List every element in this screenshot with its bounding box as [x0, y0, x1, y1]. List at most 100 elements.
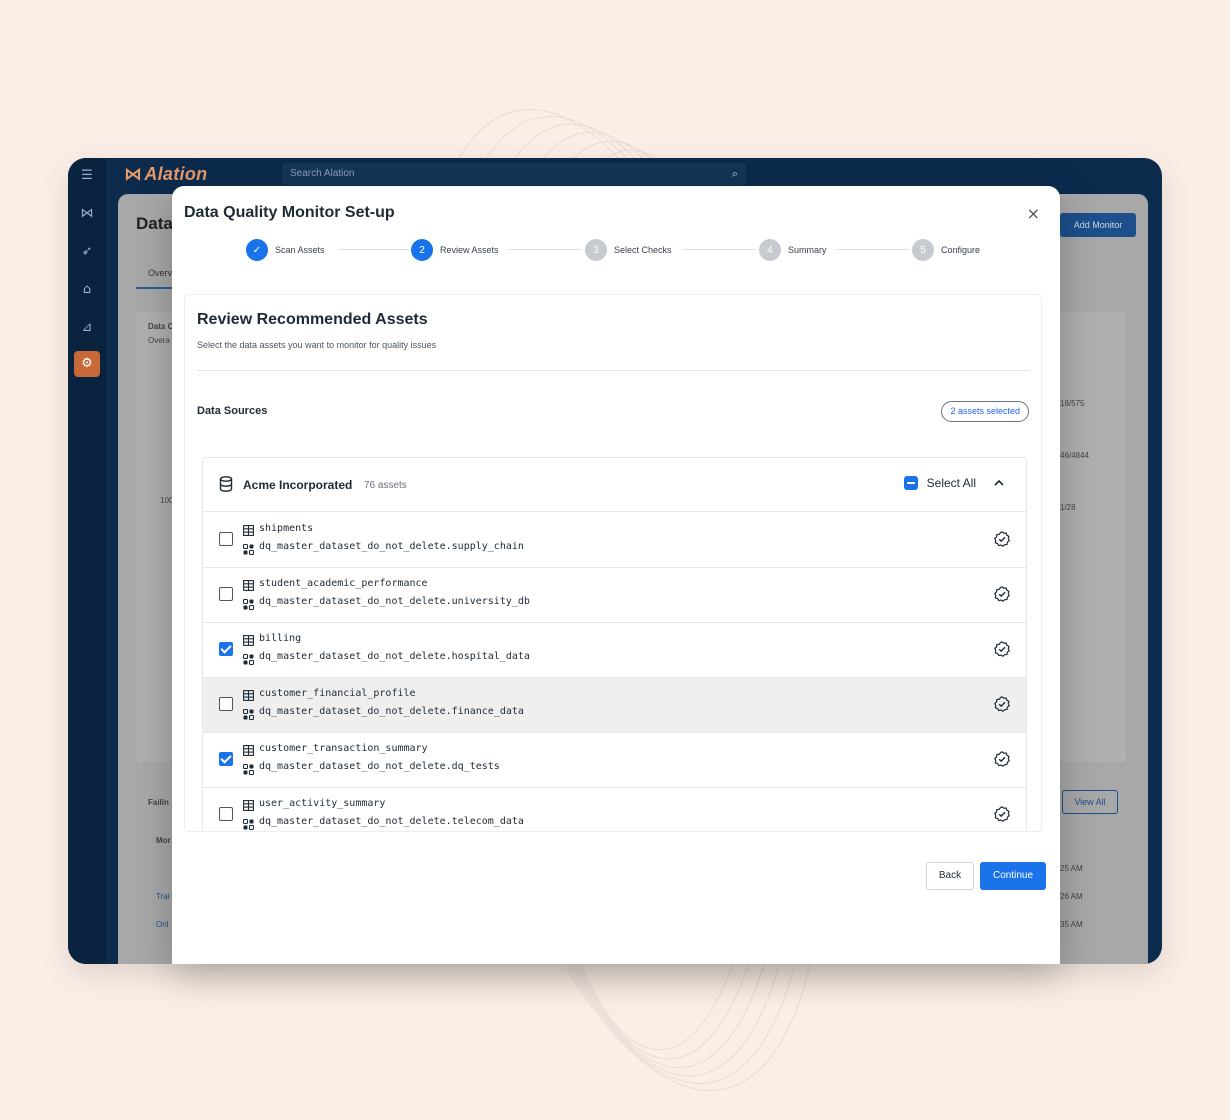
rocket-icon[interactable]: ➶: [77, 242, 97, 262]
divider: [197, 370, 1029, 371]
search-icon[interactable]: ⌕: [732, 163, 738, 185]
schema-icon: [242, 762, 255, 776]
step-connector: [508, 249, 582, 250]
data-source-group: Acme Incorporated 76 assets Select All s…: [202, 457, 1027, 831]
asset-name: shipments: [259, 523, 314, 534]
asset-row[interactable]: student_academic_performance dq_master_da…: [203, 568, 1026, 623]
table-icon: [243, 798, 254, 811]
asset-path: dq_master_dataset_do_not_delete.supply_c…: [259, 541, 524, 552]
recommended-badge-icon: [994, 696, 1010, 712]
asset-row[interactable]: customer_financial_profile dq_master_data…: [203, 678, 1026, 733]
global-search-input[interactable]: Search Alation ⌕: [282, 163, 746, 185]
asset-path: dq_master_dataset_do_not_delete.finance_…: [259, 706, 524, 717]
timestamp: 35 AM: [1060, 920, 1083, 929]
recommended-badge-icon: [994, 531, 1010, 547]
view-all-button[interactable]: View All: [1062, 790, 1118, 814]
monitor-header: Mor: [156, 836, 171, 845]
stat-value: 1/28: [1060, 503, 1076, 512]
monitor-setup-modal: Data Quality Monitor Set-up × ✓ Scan Ass…: [172, 186, 1060, 964]
select-all-label: Select All: [926, 476, 976, 490]
step-label: Scan Assets: [275, 245, 325, 255]
step-scan-assets[interactable]: ✓ Scan Assets: [246, 238, 325, 262]
monitor-link[interactable]: Onl: [156, 920, 168, 929]
chevron-up-icon[interactable]: [992, 476, 1006, 490]
step-label: Summary: [788, 245, 827, 255]
setup-stepper: ✓ Scan Assets 2 Review Assets 3 Select C…: [246, 238, 1006, 262]
asset-path: dq_master_dataset_do_not_delete.telecom_…: [259, 816, 524, 827]
recommended-badge-icon: [994, 751, 1010, 767]
stat-value: 18/575: [1060, 399, 1085, 408]
asset-checkbox[interactable]: [219, 532, 233, 546]
schema-icon: [242, 652, 255, 666]
database-icon: [219, 476, 233, 492]
asset-name: student_academic_performance: [259, 578, 428, 589]
step-select-checks[interactable]: 3 Select Checks: [585, 238, 672, 262]
asset-checkbox[interactable]: [219, 642, 233, 656]
table-icon: [243, 578, 254, 591]
section-subtitle: Select the data assets you want to monit…: [197, 340, 437, 350]
data-source-name: Acme Incorporated: [243, 478, 353, 492]
back-button[interactable]: Back: [926, 862, 974, 890]
asset-name: billing: [259, 633, 302, 644]
asset-name: customer_financial_profile: [259, 688, 416, 699]
section-title: Review Recommended Assets: [197, 311, 428, 328]
table-icon: [243, 743, 254, 756]
step-review-assets[interactable]: 2 Review Assets: [411, 238, 499, 262]
asset-count: 76 assets: [364, 480, 407, 491]
stat-value: 46/4844: [1060, 451, 1089, 460]
add-monitor-button[interactable]: Add Monitor: [1060, 213, 1136, 237]
asset-row[interactable]: shipments dq_master_dataset_do_not_delete…: [203, 513, 1026, 568]
step-label: Select Checks: [614, 245, 672, 255]
schema-icon: [242, 707, 255, 721]
step-label: Review Assets: [440, 245, 499, 255]
logo-text: Alation: [144, 164, 208, 184]
schema-icon: [242, 597, 255, 611]
alation-mark-icon[interactable]: ⋈: [77, 204, 97, 224]
schema-icon: [242, 817, 255, 831]
asset-checkbox[interactable]: [219, 807, 233, 821]
recommended-badge-icon: [994, 641, 1010, 657]
review-assets-section: Review Recommended Assets Select the dat…: [184, 294, 1042, 832]
failing-label: Failin: [148, 798, 169, 807]
bank-icon[interactable]: ⌂: [77, 280, 97, 300]
step-summary[interactable]: 4 Summary: [759, 238, 827, 262]
asset-checkbox[interactable]: [219, 587, 233, 601]
data-sources-label: Data Sources: [197, 405, 268, 417]
step-number: 4: [759, 239, 781, 261]
asset-name: customer_transaction_summary: [259, 743, 428, 754]
step-number: 2: [411, 239, 433, 261]
select-all-checkbox[interactable]: Select All: [903, 476, 976, 490]
asset-path: dq_master_dataset_do_not_delete.dq_tests: [259, 761, 500, 772]
settings-icon[interactable]: ⚙: [74, 351, 100, 377]
continue-button[interactable]: Continue: [980, 862, 1046, 890]
page-title: Data: [136, 214, 173, 233]
asset-row[interactable]: billing dq_master_dataset_do_not_delete.h…: [203, 623, 1026, 678]
menu-icon[interactable]: ☰: [77, 166, 97, 186]
indeterminate-checkbox-icon: [903, 476, 918, 490]
asset-checkbox[interactable]: [219, 697, 233, 711]
table-icon: [243, 523, 254, 536]
close-icon[interactable]: ×: [1027, 204, 1040, 223]
monitor-link[interactable]: Trai: [156, 892, 169, 901]
timestamp: 26 AM: [1060, 892, 1083, 901]
tab-overview[interactable]: Overv: [148, 268, 172, 278]
card-subtitle: Overa: [148, 336, 170, 345]
recommended-badge-icon: [994, 806, 1010, 822]
chart-icon[interactable]: ⊿: [77, 318, 97, 338]
asset-row[interactable]: customer_transaction_summary dq_master_da…: [203, 733, 1026, 788]
schema-icon: [242, 542, 255, 556]
step-connector: [682, 249, 756, 250]
asset-checkbox[interactable]: [219, 752, 233, 766]
step-label: Configure: [941, 245, 981, 255]
selected-count-badge: 2 assets selected: [941, 401, 1029, 422]
alation-logo[interactable]: ⋈ Alation: [124, 164, 207, 185]
asset-path: dq_master_dataset_do_not_delete.universi…: [259, 596, 530, 607]
check-icon: ✓: [246, 239, 268, 261]
asset-row[interactable]: user_activity_summary dq_master_dataset_d…: [203, 788, 1026, 831]
recommended-badge-icon: [994, 586, 1010, 602]
asset-name: user_activity_summary: [259, 798, 386, 809]
asset-path: dq_master_dataset_do_not_delete.hospital…: [259, 651, 530, 662]
step-configure[interactable]: 5 Configure: [912, 238, 980, 262]
step-connector: [836, 249, 910, 250]
group-header: Acme Incorporated 76 assets Select All: [203, 458, 1026, 512]
